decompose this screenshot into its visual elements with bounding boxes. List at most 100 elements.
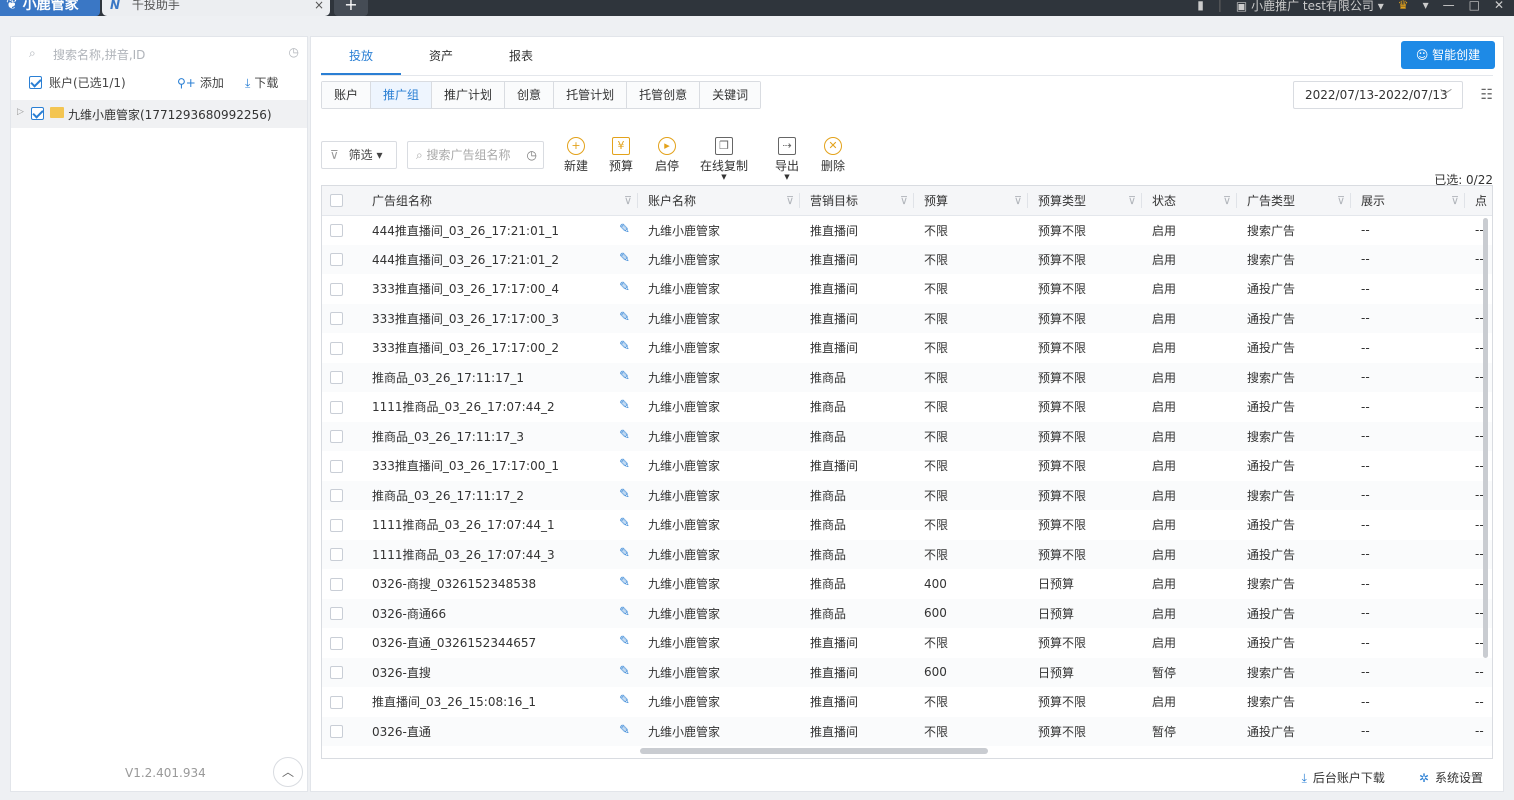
expand-arrow-icon[interactable]: ▷ <box>17 107 24 117</box>
row-select-cell[interactable] <box>322 716 362 746</box>
row-checkbox[interactable] <box>330 430 343 444</box>
row-select-cell[interactable] <box>322 215 362 245</box>
table-row[interactable]: 444推直播间_03_26_17:21:01_1 ✎ 九维小鹿管家 推直播间 不限 预算不… <box>322 215 1492 245</box>
tab-reports[interactable]: 报表 <box>481 37 561 75</box>
vertical-scrollbar[interactable] <box>1483 218 1488 658</box>
row-checkbox[interactable] <box>330 459 343 473</box>
row-checkbox[interactable] <box>330 725 343 739</box>
filter-button[interactable]: ⊽ 筛选 ▾ <box>321 141 397 169</box>
edit-icon[interactable]: ✎ <box>619 310 630 325</box>
col-header-marketing-goal[interactable]: 营销目标 ⊽ <box>800 186 914 216</box>
row-checkbox[interactable] <box>330 607 343 621</box>
row-checkbox[interactable] <box>330 548 343 562</box>
ad-group-search-input[interactable]: ⌕ 搜索广告组名称 ◷ <box>407 141 544 169</box>
edit-icon[interactable]: ✎ <box>619 605 630 620</box>
export-button[interactable]: ⇢ 导出 ▼ <box>761 137 813 181</box>
table-row[interactable]: 333推直播间_03_26_17:17:00_1 ✎ 九维小鹿管家 推直播间 不限 预算不… <box>322 451 1492 481</box>
row-select-cell[interactable] <box>322 451 362 481</box>
smart-create-button[interactable]: ☺ 智能创建 <box>1401 41 1495 69</box>
row-select-cell[interactable] <box>322 510 362 540</box>
row-select-cell[interactable] <box>322 569 362 599</box>
edit-icon[interactable]: ✎ <box>619 634 630 649</box>
subtab-keywords[interactable]: 关键词 <box>700 82 761 108</box>
filter-icon[interactable]: ⊽ <box>786 194 794 207</box>
table-row[interactable]: 推商品_03_26_17:11:17_3 ✎ 九维小鹿管家 推商品 不限 预算不限 启用 搜索… <box>322 421 1492 451</box>
subtab-ad-group[interactable]: 推广组 <box>371 82 433 108</box>
subtab-account[interactable]: 账户 <box>322 82 372 108</box>
header-select-all[interactable] <box>322 186 362 216</box>
filter-icon[interactable]: ⊽ <box>900 194 908 207</box>
row-checkbox[interactable] <box>330 577 343 591</box>
user-menu[interactable]: ▣ 小鹿推广 test有限公司 ▾ <box>1236 0 1384 14</box>
table-row[interactable]: 0326-直通 ✎ 九维小鹿管家 推直播间 不限 预算不限 暂停 通投广告 -- -- <box>322 716 1492 746</box>
row-select-cell[interactable] <box>322 628 362 658</box>
table-row[interactable]: 1111推商品_03_26_17:07:44_2 ✎ 九维小鹿管家 推商品 不限 预算不限… <box>322 392 1492 422</box>
filter-icon[interactable]: ⊽ <box>1223 194 1231 207</box>
sidebar-search-input[interactable]: ⌕ 搜索名称,拼音,ID ◷ <box>29 43 299 65</box>
col-header-budget-type[interactable]: 预算类型 ⊽ <box>1028 186 1142 216</box>
history-icon[interactable]: ◷ <box>527 142 537 168</box>
table-row[interactable]: 0326-商通66 ✎ 九维小鹿管家 推商品 600 日预算 启用 通投广告 -- -- <box>322 598 1492 628</box>
table-row[interactable]: 333推直播间_03_26_17:17:00_4 ✎ 九维小鹿管家 推直播间 不限 预算不… <box>322 274 1492 304</box>
filter-icon[interactable]: ⊽ <box>1337 194 1345 207</box>
row-select-cell[interactable] <box>322 362 362 392</box>
account-select-all-checkbox[interactable] <box>29 76 42 89</box>
horizontal-scrollbar[interactable] <box>640 748 988 754</box>
row-select-cell[interactable] <box>322 244 362 274</box>
col-header-ad-group-name[interactable]: 广告组名称 ⊽ <box>362 186 638 216</box>
edit-icon[interactable]: ✎ <box>619 369 630 384</box>
col-header-status[interactable]: 状态 ⊽ <box>1142 186 1237 216</box>
backend-download-link[interactable]: ⤓ 后台账户下载 <box>1302 769 1385 786</box>
brand-tab[interactable]: ❦ 小鹿管家 <box>0 0 100 16</box>
close-window-icon[interactable]: ✕ <box>1494 0 1504 12</box>
table-row[interactable]: 0326-直搜 ✎ 九维小鹿管家 推直播间 600 日预算 暂停 搜索广告 -- -- <box>322 657 1492 687</box>
edit-icon[interactable]: ✎ <box>619 457 630 472</box>
column-settings-icon[interactable]: ☷ <box>1480 87 1493 103</box>
table-row[interactable]: 0326-商搜_0326152348538 ✎ 九维小鹿管家 推商品 400 日预算 启用 搜… <box>322 569 1492 599</box>
edit-icon[interactable]: ✎ <box>619 251 630 266</box>
row-checkbox[interactable] <box>330 636 343 650</box>
edit-icon[interactable]: ✎ <box>619 222 630 237</box>
subtab-managed-creative[interactable]: 托管创意 <box>627 82 701 108</box>
col-header-budget[interactable]: 预算 ⊽ <box>914 186 1028 216</box>
row-checkbox[interactable] <box>330 371 343 385</box>
row-checkbox[interactable] <box>330 666 343 680</box>
filter-icon[interactable]: ⊽ <box>1014 194 1022 207</box>
row-select-cell[interactable] <box>322 480 362 510</box>
row-select-cell[interactable] <box>322 392 362 422</box>
tab-assets[interactable]: 资产 <box>401 37 481 75</box>
edit-icon[interactable]: ✎ <box>619 546 630 561</box>
row-checkbox[interactable] <box>330 253 343 267</box>
account-tree-item[interactable]: ▷ 九维小鹿管家(1771293680992256) <box>11 100 307 128</box>
subtab-plan[interactable]: 推广计划 <box>432 82 506 108</box>
add-account-button[interactable]: ⚲+ 添加 <box>177 74 224 91</box>
collapse-up-button[interactable]: ︿ <box>273 757 303 787</box>
table-row[interactable]: 444推直播间_03_26_17:21:01_2 ✎ 九维小鹿管家 推直播间 不限 预算不… <box>322 244 1492 274</box>
avatar[interactable]: ♛ <box>1398 0 1409 12</box>
minimize-icon[interactable]: — <box>1443 0 1455 12</box>
col-header-ad-type[interactable]: 广告类型 ⊽ <box>1237 186 1351 216</box>
row-select-cell[interactable] <box>322 539 362 569</box>
edit-icon[interactable]: ✎ <box>619 575 630 590</box>
subtab-managed-plan[interactable]: 托管计划 <box>554 82 628 108</box>
history-icon[interactable]: ◷ <box>289 45 299 59</box>
row-checkbox[interactable] <box>330 282 343 296</box>
filter-icon[interactable]: ⊽ <box>624 194 632 207</box>
filter-icon[interactable]: ⊽ <box>1128 194 1136 207</box>
table-row[interactable]: 1111推商品_03_26_17:07:44_1 ✎ 九维小鹿管家 推商品 不限 预算不限… <box>322 510 1492 540</box>
row-select-cell[interactable] <box>322 687 362 717</box>
col-header-account-name[interactable]: 账户名称 ⊽ <box>638 186 800 216</box>
row-checkbox[interactable] <box>330 400 343 414</box>
menu-icon[interactable]: ▾ <box>1423 0 1429 12</box>
table-row[interactable]: 0326-直通_0326152344657 ✎ 九维小鹿管家 推直播间 不限 预算不限 启用… <box>322 628 1492 658</box>
row-select-cell[interactable] <box>322 421 362 451</box>
table-row[interactable]: 1111推商品_03_26_17:07:44_3 ✎ 九维小鹿管家 推商品 不限 预算不限… <box>322 539 1492 569</box>
maximize-icon[interactable]: □ <box>1469 0 1480 12</box>
date-range-picker[interactable]: 2022/07/13-2022/07/13 ﹀ <box>1293 81 1463 109</box>
edit-icon[interactable]: ✎ <box>619 428 630 443</box>
edit-icon[interactable]: ✎ <box>619 723 630 738</box>
edit-icon[interactable]: ✎ <box>619 664 630 679</box>
row-checkbox[interactable] <box>330 489 343 503</box>
close-icon[interactable]: × <box>314 0 324 16</box>
table-row[interactable]: 333推直播间_03_26_17:17:00_3 ✎ 九维小鹿管家 推直播间 不限 预算不… <box>322 303 1492 333</box>
